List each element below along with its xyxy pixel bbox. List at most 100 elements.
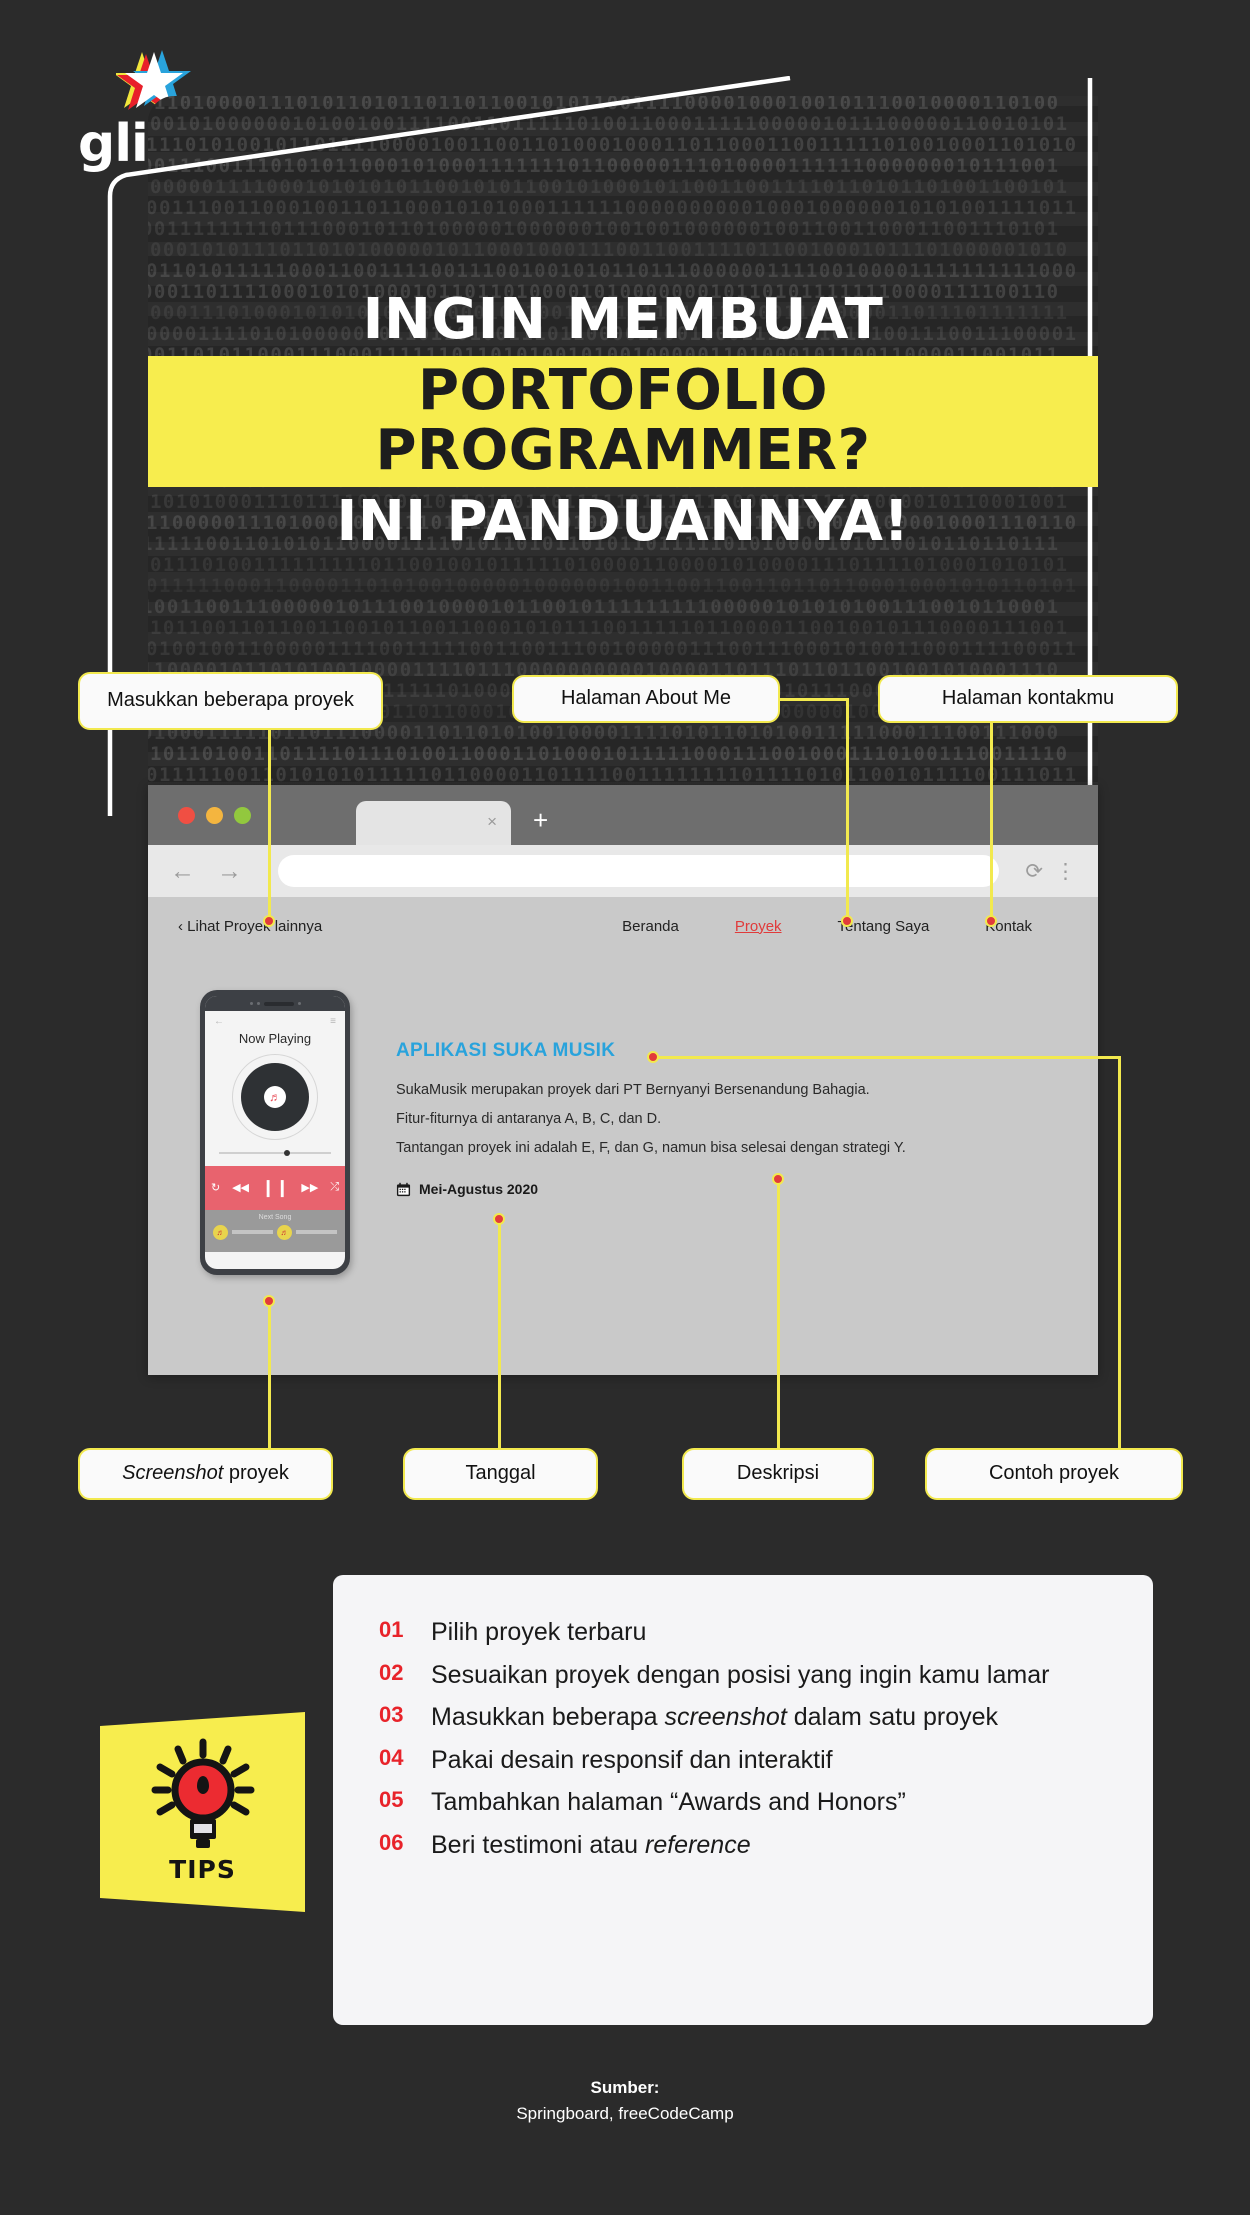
callout-about-label: Halaman About Me xyxy=(561,686,731,712)
close-icon[interactable]: × xyxy=(487,812,497,832)
list-item: 01 Pilih proyek terbaru xyxy=(379,1615,1107,1651)
connector-dot-contact xyxy=(985,915,997,927)
tip-text: Masukkan beberapa screenshot dalam satu … xyxy=(431,1700,998,1736)
connector-dot-projects xyxy=(263,915,275,927)
list-item: 06 Beri testimoni atau reference xyxy=(379,1828,1107,1864)
new-tab-icon[interactable]: + xyxy=(533,805,548,836)
connector-example-h xyxy=(652,1056,1120,1059)
lightbulb-icon xyxy=(147,1738,259,1856)
site-nav-links: Beranda Proyek Tentang Saya Kontak xyxy=(622,918,1032,935)
project-line-2: Fitur-fiturnya di antaranya A, B, C, dan… xyxy=(396,1105,956,1134)
connector-about-h xyxy=(780,698,848,701)
back-to-projects-link[interactable]: ‹ Lihat Proyek lainnya xyxy=(178,918,322,935)
repeat-icon[interactable]: ↻ xyxy=(211,1181,220,1194)
url-input[interactable] xyxy=(278,855,999,887)
connector-example-v xyxy=(1118,1056,1121,1448)
connector-dot-screenshot xyxy=(263,1295,275,1307)
browser-navbar: ← → ⟳ ⋮ xyxy=(148,845,1098,897)
now-playing-title: Now Playing xyxy=(205,1031,345,1046)
close-traffic-light[interactable] xyxy=(178,807,195,824)
browser-tab[interactable]: × xyxy=(356,801,511,845)
callout-date: Tanggal xyxy=(403,1448,598,1500)
next-song-row[interactable]: ♬ ♬ xyxy=(205,1225,345,1240)
connector-dot-example xyxy=(647,1051,659,1063)
callout-projects: Masukkan beberapa proyek xyxy=(78,672,383,730)
connector-dot-date xyxy=(493,1213,505,1225)
callout-screenshot-label: Screenshot proyek xyxy=(122,1461,289,1487)
back-arrow-icon[interactable]: ← xyxy=(170,857,195,886)
project-details: APLIKASI SUKA MUSIK SukaMusik merupakan … xyxy=(396,1040,956,1197)
nav-item-proyek[interactable]: Proyek xyxy=(735,918,782,935)
next-song-section: Next Song ♬ ♬ xyxy=(205,1210,345,1252)
tips-badge: TIPS xyxy=(100,1712,305,1912)
title-line-1: INGIN MEMBUAT xyxy=(148,290,1098,349)
callout-description-label: Deskripsi xyxy=(737,1461,819,1487)
callout-contact: Halaman kontakmu xyxy=(878,675,1178,723)
next-icon[interactable]: ▶▶ xyxy=(301,1181,318,1194)
project-line-3: Tantangan proyek ini adalah E, F, dan G,… xyxy=(396,1134,956,1163)
phone-notch xyxy=(205,996,345,1011)
playback-progress-slider[interactable] xyxy=(219,1152,331,1154)
callout-projects-label: Masukkan beberapa proyek xyxy=(107,688,354,714)
forward-arrow-icon[interactable]: → xyxy=(217,857,242,886)
playback-controls: ↻ ◀◀ ❙❙ ▶▶ ⤮ xyxy=(205,1166,345,1210)
project-date-text: Mei-Agustus 2020 xyxy=(419,1181,538,1197)
next-song-label: Next Song xyxy=(205,1214,345,1221)
maximize-traffic-light[interactable] xyxy=(234,807,251,824)
callout-screenshot: Screenshot proyek xyxy=(78,1448,333,1500)
shuffle-icon[interactable]: ⤮ xyxy=(330,1181,339,1194)
music-note-icon: ♬ xyxy=(264,1086,286,1108)
callout-example-label: Contoh proyek xyxy=(989,1461,1119,1487)
tip-text: Beri testimoni atau reference xyxy=(431,1828,751,1864)
callout-about: Halaman About Me xyxy=(512,675,780,723)
song-note-icon: ♬ xyxy=(213,1225,228,1240)
title-line-2-highlight: PORTOFOLIO PROGRAMMER? xyxy=(148,356,1098,487)
tip-number: 02 xyxy=(379,1658,431,1686)
list-item: 02 Sesuaikan proyek dengan posisi yang i… xyxy=(379,1658,1107,1694)
footer: Sumber: Springboard, freeCodeCamp xyxy=(0,2075,1250,2128)
nav-item-beranda[interactable]: Beranda xyxy=(622,918,679,935)
list-item: 03 Masukkan beberapa screenshot dalam sa… xyxy=(379,1700,1107,1736)
tip-number: 05 xyxy=(379,1785,431,1813)
connector-dot-description xyxy=(772,1173,784,1185)
previous-icon[interactable]: ◀◀ xyxy=(232,1181,249,1194)
pause-icon[interactable]: ❙❙ xyxy=(261,1178,290,1198)
song-note-icon: ♬ xyxy=(277,1225,292,1240)
connector-screenshot xyxy=(268,1300,271,1448)
calendar-icon xyxy=(396,1182,411,1197)
connector-contact-v xyxy=(990,723,993,922)
page-title: INGIN MEMBUAT PORTOFOLIO PROGRAMMER? INI… xyxy=(148,290,1098,551)
project-heading: APLIKASI SUKA MUSIK xyxy=(396,1040,956,1062)
list-item: 04 Pakai desain responsif dan interaktif xyxy=(379,1743,1107,1779)
callout-date-label: Tanggal xyxy=(465,1461,535,1487)
footer-label: Sumber: xyxy=(0,2075,1250,2101)
list-item: 05 Tambahkan halaman “Awards and Honors” xyxy=(379,1785,1107,1821)
tip-text: Sesuaikan proyek dengan posisi yang ingi… xyxy=(431,1658,1049,1694)
vinyl-ring: ♬ xyxy=(232,1054,318,1140)
back-icon[interactable]: ← xyxy=(214,1016,224,1027)
connector-description xyxy=(777,1178,780,1448)
tip-text: Pilih proyek terbaru xyxy=(431,1615,646,1651)
phone-app-header: ← ≡ xyxy=(205,1011,345,1027)
site-navigation: ‹ Lihat Proyek lainnya Beranda Proyek Te… xyxy=(148,897,1098,955)
tip-text: Pakai desain responsif dan interaktif xyxy=(431,1743,833,1779)
connector-date xyxy=(498,1218,501,1448)
tip-number: 03 xyxy=(379,1700,431,1728)
album-art: ♬ xyxy=(205,1054,345,1140)
phone-screen: ← ≡ Now Playing ♬ ↻ ◀◀ ❙❙ ▶▶ ⤮ Next Song… xyxy=(205,996,345,1269)
footer-sources: Springboard, freeCodeCamp xyxy=(0,2101,1250,2127)
tips-label: TIPS xyxy=(100,1855,305,1884)
callout-contact-label: Halaman kontakmu xyxy=(942,686,1114,712)
tip-number: 04 xyxy=(379,1743,431,1771)
project-description: SukaMusik merupakan proyek dari PT Berny… xyxy=(396,1076,956,1163)
tip-number: 01 xyxy=(379,1615,431,1643)
reload-icon[interactable]: ⟳ xyxy=(1025,859,1043,884)
vinyl-disc: ♬ xyxy=(241,1063,309,1131)
tip-number: 06 xyxy=(379,1828,431,1856)
kebab-menu-icon[interactable]: ⋮ xyxy=(1055,859,1076,884)
hamburger-icon[interactable]: ≡ xyxy=(330,1016,336,1027)
project-line-1: SukaMusik merupakan proyek dari PT Berny… xyxy=(396,1076,956,1105)
callout-example: Contoh proyek xyxy=(925,1448,1183,1500)
callout-description: Deskripsi xyxy=(682,1448,874,1500)
minimize-traffic-light[interactable] xyxy=(206,807,223,824)
